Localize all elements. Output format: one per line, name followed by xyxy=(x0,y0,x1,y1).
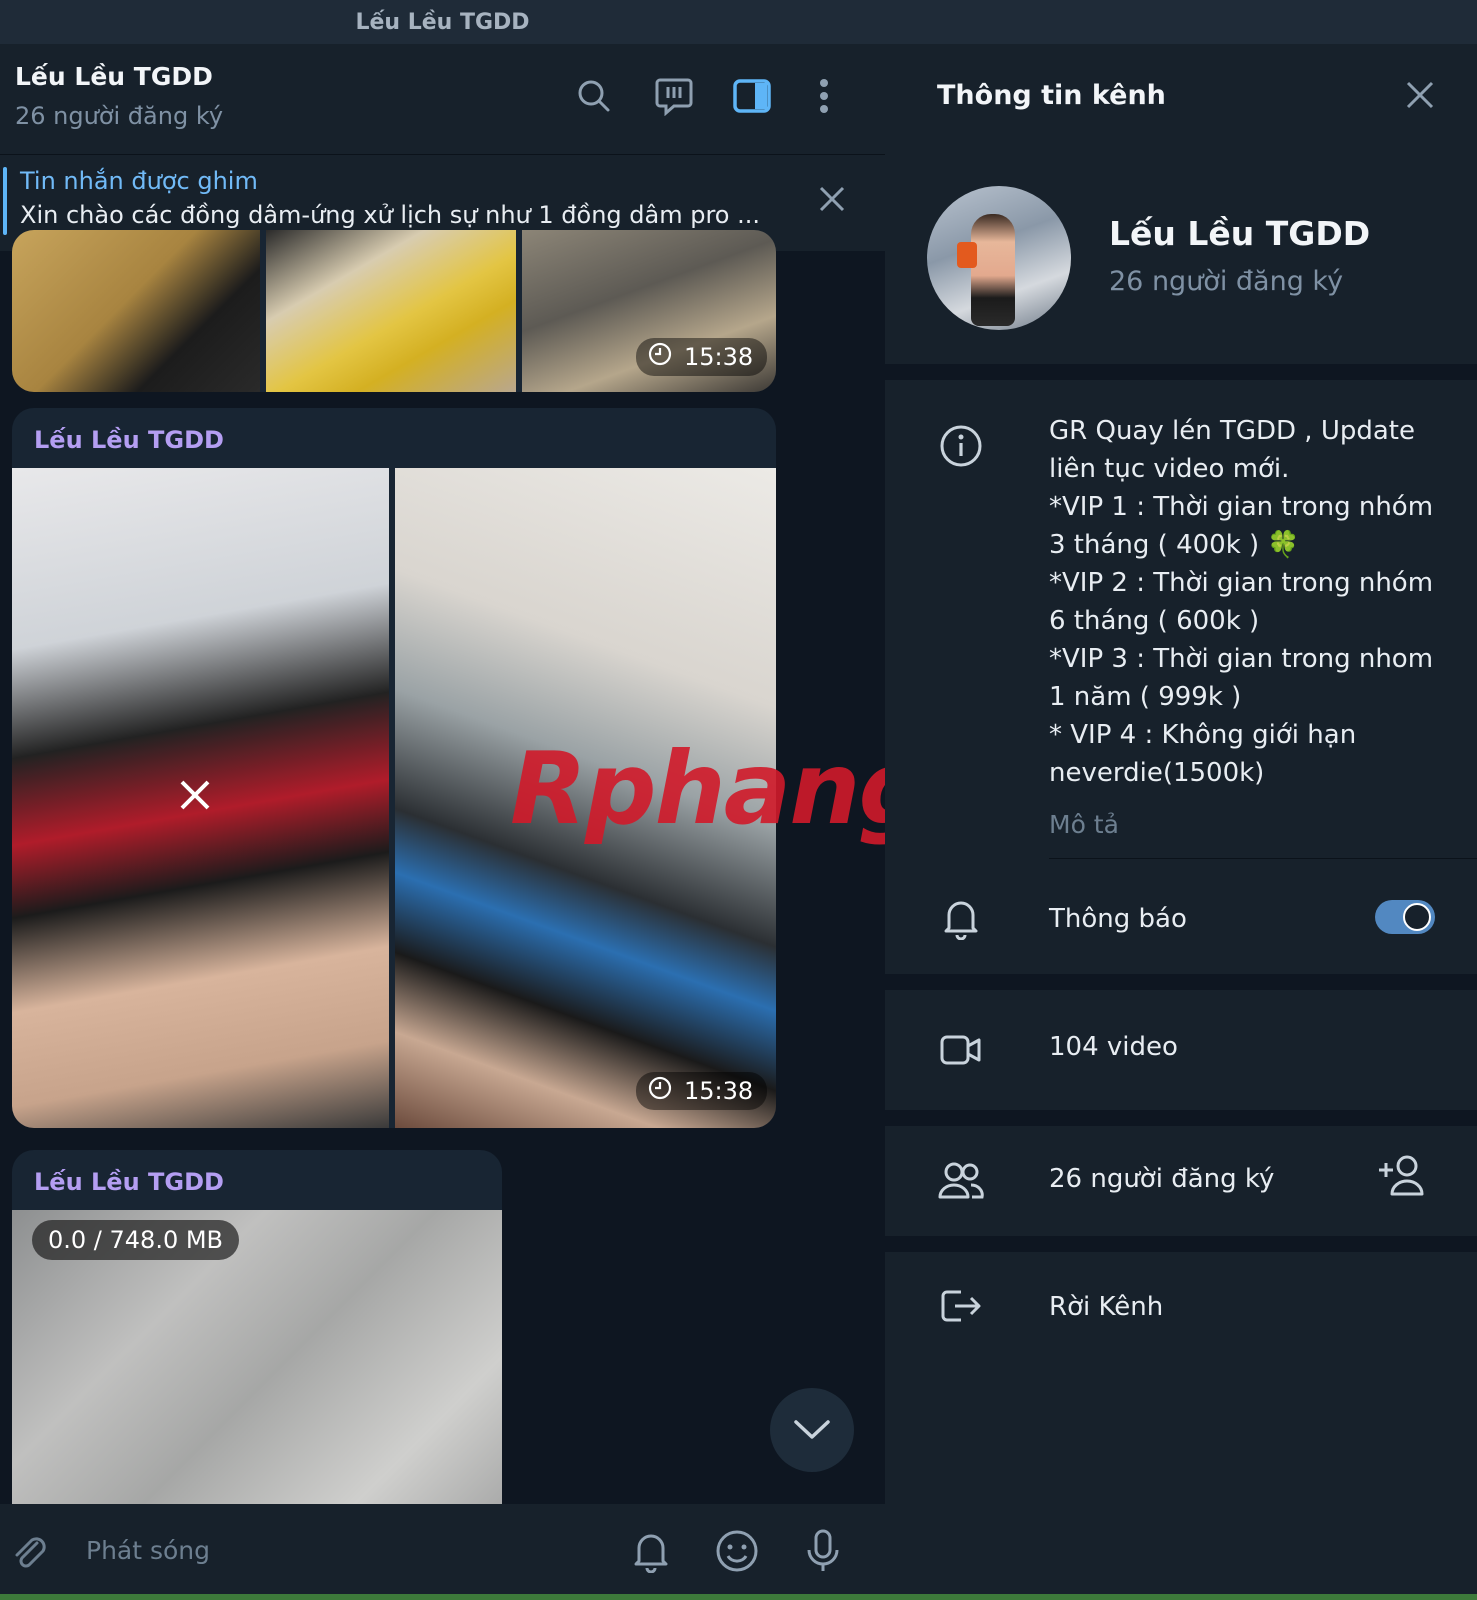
chat-name: Lếu Lều TGDD xyxy=(15,62,213,91)
message-composer[interactable]: Phát sóng xyxy=(0,1504,885,1600)
sidebar-toggle-icon[interactable] xyxy=(730,74,774,118)
search-icon[interactable] xyxy=(572,74,616,118)
description-line: *VIP 2 : Thời gian trong nhóm xyxy=(1049,568,1434,598)
description-line: neverdie(1500k) xyxy=(1049,758,1265,788)
video-icon xyxy=(937,1026,985,1074)
pinned-bar xyxy=(3,167,7,235)
video-duration: 15:38 xyxy=(636,338,768,376)
channel-subscribers: 26 người đăng ký xyxy=(1109,266,1344,297)
video-thumbnail[interactable] xyxy=(266,230,516,392)
attach-icon[interactable] xyxy=(6,1528,52,1574)
description-line: * VIP 4 : Không giới hạn xyxy=(1049,720,1357,750)
notifications-toggle[interactable] xyxy=(1375,900,1435,934)
members-icon xyxy=(937,1156,985,1204)
video-duration: 15:38 xyxy=(636,1072,768,1110)
window-titlebar: Lếu Lều TGDD xyxy=(0,0,1477,44)
chevron-down-icon xyxy=(794,1420,830,1439)
description-line: 3 tháng ( 400k ) 🍀 xyxy=(1049,530,1300,560)
video-thumbnail[interactable] xyxy=(12,230,260,392)
close-icon xyxy=(180,780,210,810)
description-line: GR Quay lén TGDD , Update xyxy=(1049,416,1415,446)
description-line: liên tục video mới. xyxy=(1049,454,1290,484)
panel-title: Thông tin kênh xyxy=(937,80,1166,111)
composer-input[interactable]: Phát sóng xyxy=(86,1536,210,1565)
channel-info-panel: Thông tin kênh Lếu Lều TGDD 26 người đăn… xyxy=(885,44,1477,1600)
message-sender: Lếu Lều TGDD xyxy=(34,1168,224,1196)
divider xyxy=(885,364,1477,380)
channel-name: Lếu Lều TGDD xyxy=(1109,214,1371,253)
more-icon[interactable] xyxy=(802,74,846,118)
chat-subscribers: 26 người đăng ký xyxy=(15,102,224,130)
mic-icon[interactable] xyxy=(800,1528,846,1574)
leave-icon xyxy=(937,1282,985,1330)
chat-area: Lếu Lều TGDD 26 người đăng ký Tin nhắn đ… xyxy=(0,44,885,1600)
clock-icon xyxy=(648,1076,672,1106)
divider xyxy=(885,1236,1477,1252)
divider xyxy=(1049,858,1477,859)
members-row[interactable]: 26 người đăng ký xyxy=(885,1126,1477,1236)
pinned-title: Tin nhắn được ghim xyxy=(20,167,258,195)
members-label: 26 người đăng ký xyxy=(1049,1164,1275,1194)
channel-description: GR Quay lén TGDD , Update liên tục video… xyxy=(1049,412,1449,792)
duration-text: 15:38 xyxy=(684,1077,754,1105)
divider xyxy=(885,1110,1477,1126)
clock-icon xyxy=(648,342,672,372)
bottom-accent xyxy=(0,1594,1477,1600)
close-icon[interactable] xyxy=(818,185,846,217)
download-progress: 0.0 / 748.0 MB xyxy=(32,1220,240,1260)
bell-icon xyxy=(937,894,985,942)
videos-row[interactable]: 104 video xyxy=(885,990,1477,1110)
description-line: 6 tháng ( 600k ) xyxy=(1049,606,1260,636)
chat-header[interactable]: Lếu Lều TGDD 26 người đăng ký xyxy=(0,44,885,154)
message-list: 15:38 Lếu Lều TGDD 15:38 Lếu Lều TGDD 0.… xyxy=(0,230,885,1570)
watermark-logo: Rphang xyxy=(510,730,885,847)
description-label: Mô tả xyxy=(1049,810,1119,839)
pinned-text: Xin chào các đồng dâm-ứng xử lịch sự như… xyxy=(20,201,760,229)
description-line: *VIP 3 : Thời gian trong nhom xyxy=(1049,644,1434,674)
info-icon xyxy=(937,422,985,470)
topics-icon[interactable] xyxy=(652,74,696,118)
scroll-down-button[interactable] xyxy=(770,1388,854,1472)
description-line: 1 năm ( 999k ) xyxy=(1049,682,1242,712)
divider xyxy=(885,974,1477,990)
add-member-icon[interactable] xyxy=(1377,1154,1425,1200)
leave-channel-row[interactable]: Rời Kênh xyxy=(885,1252,1477,1362)
emoji-icon[interactable] xyxy=(714,1528,760,1574)
message-sender: Lếu Lều TGDD xyxy=(34,426,224,454)
close-icon[interactable] xyxy=(1405,80,1435,114)
description-line: *VIP 1 : Thời gian trong nhóm xyxy=(1049,492,1434,522)
bell-icon[interactable] xyxy=(628,1528,674,1574)
leave-label: Rời Kênh xyxy=(1049,1292,1164,1322)
notifications-label: Thông báo xyxy=(1049,904,1187,934)
window-title: Lếu Lều TGDD xyxy=(355,9,530,35)
videos-label: 104 video xyxy=(1049,1032,1178,1062)
duration-text: 15:38 xyxy=(684,343,754,371)
video-thumbnail[interactable] xyxy=(12,468,389,1128)
avatar[interactable] xyxy=(927,186,1071,330)
message-album[interactable]: 15:38 xyxy=(12,230,776,392)
